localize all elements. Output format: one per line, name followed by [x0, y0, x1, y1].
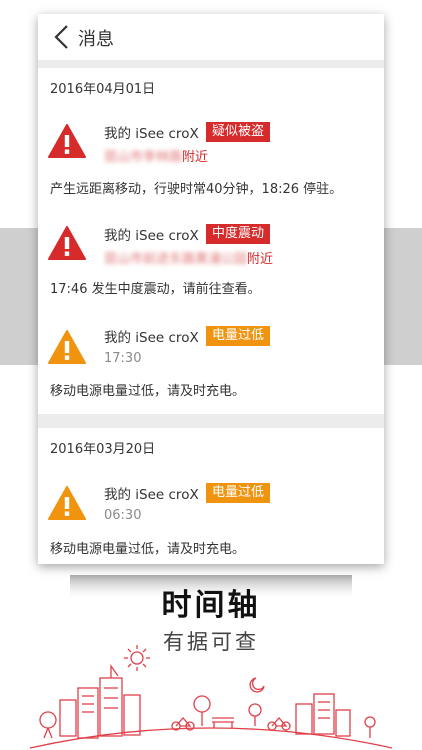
alert-tag: 电量过低 [206, 326, 271, 346]
message-item[interactable]: 我的 iSee croX 中度震动 昆山市前进东路黄浦公园附近 17:46 发生… [38, 208, 384, 311]
section-gap [38, 60, 384, 68]
message-time: 06:30 [104, 508, 142, 523]
warning-orange-icon [48, 330, 86, 364]
date-label: 2016年03月20日 [50, 442, 156, 457]
alert-tag: 电量过低 [206, 483, 271, 503]
sun-icon [124, 645, 150, 671]
date-header: 2016年03月20日 [38, 428, 384, 467]
back-arrow-icon[interactable] [52, 24, 72, 50]
cityscape-illustration [29, 645, 393, 749]
device-name: 我的 iSee croX [104, 330, 199, 346]
message-item[interactable]: 我的 iSee croX 疑似被盗 昆山市李林路附近 产生远距离移动，行驶时常4… [38, 106, 384, 209]
page-title: 消息 [78, 29, 114, 50]
alert-tag: 中度震动 [206, 224, 271, 244]
phone-screen: 消息 2016年04月01日 我的 iSee croX 疑似被盗 昆山市李林路附… [38, 14, 384, 564]
message-description: 产生远距离移动，行驶时常40分钟，18:26 停驻。 [50, 182, 343, 197]
message-description: 移动电源电量过低，请及时充电。 [50, 384, 246, 399]
warning-orange-icon [48, 486, 86, 520]
top-bar: 消息 [38, 14, 384, 61]
date-header: 2016年04月01日 [38, 68, 384, 107]
warning-red-icon [48, 226, 86, 260]
message-time: 17:30 [104, 351, 142, 366]
section-gap [38, 414, 384, 428]
message-description: 17:46 发生中度震动，请前往查看。 [50, 282, 261, 297]
message-item[interactable]: 我的 iSee croX 电量过低 06:30 移动电源电量过低，请及时充电。 [38, 466, 384, 564]
message-description: 移动电源电量过低，请及时充电。 [50, 542, 246, 557]
alert-tag: 疑似被盗 [206, 122, 271, 142]
device-name: 我的 iSee croX [104, 487, 199, 503]
location-text: 昆山市李林路附近 [104, 150, 209, 165]
message-item[interactable]: 我的 iSee croX 电量过低 17:30 移动电源电量过低，请及时充电。 [38, 310, 384, 415]
date-label: 2016年04月01日 [50, 82, 156, 97]
slogan-title: 时间轴 [161, 588, 261, 623]
device-name: 我的 iSee croX [104, 126, 199, 142]
device-name: 我的 iSee croX [104, 228, 199, 244]
moon-icon [249, 677, 265, 693]
warning-red-icon [48, 124, 86, 158]
location-text: 昆山市前进东路黄浦公园附近 [104, 252, 274, 267]
